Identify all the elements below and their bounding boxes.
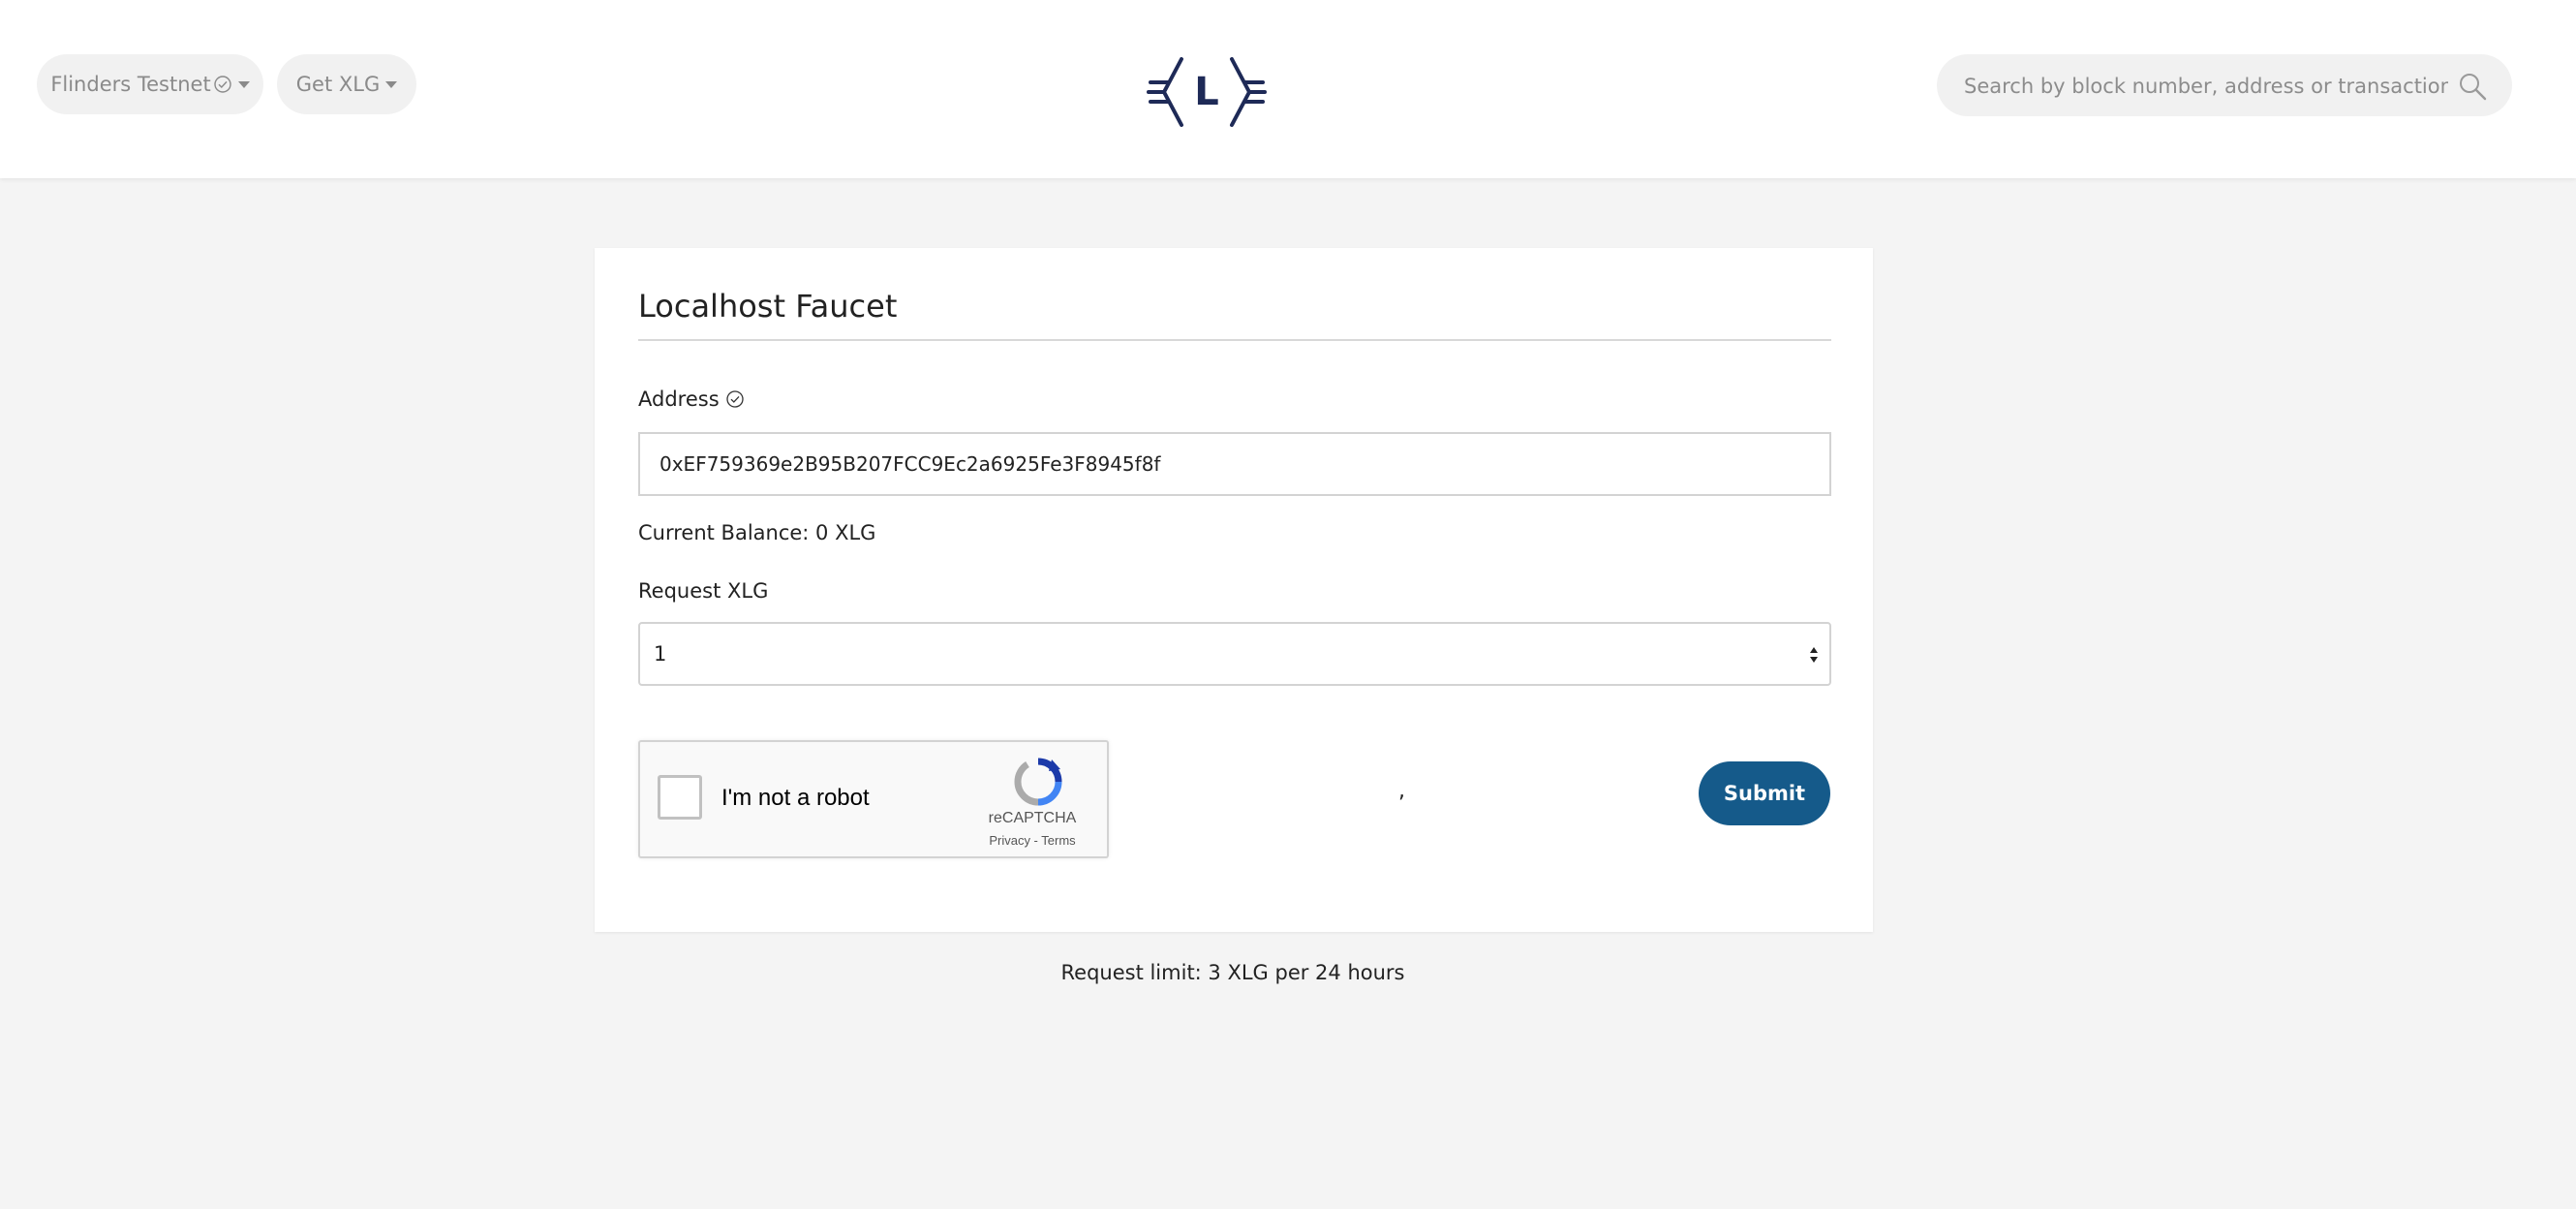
submit-button[interactable]: Submit [1699,761,1830,825]
faucet-card: Localhost Faucet Address Current Balance… [595,248,1873,932]
network-label: Flinders Testnet [50,73,211,96]
recaptcha-label: I'm not a robot [721,785,870,811]
page-title: Localhost Faucet [638,288,898,325]
network-dropdown[interactable]: Flinders Testnet [37,54,263,114]
chevron-down-icon [385,80,398,88]
search-input[interactable] [1962,54,2450,118]
address-label: Address [638,388,745,411]
check-circle-icon [213,76,231,93]
address-label-text: Address [638,388,720,411]
request-label: Request XLG [638,579,769,603]
search-icon[interactable] [2458,72,2487,101]
logo-letter: L [1194,70,1219,114]
get-xlg-label: Get XLG [295,73,381,96]
separator-text: , [1398,779,1405,803]
logo[interactable]: L [1147,56,1267,128]
request-amount-value: 1 [654,642,667,666]
address-input[interactable] [638,432,1831,496]
recaptcha-privacy-terms-links[interactable]: Privacy - Terms [960,833,1105,848]
check-circle-icon [725,390,744,408]
recaptcha-logo-icon [1014,758,1062,806]
current-balance: Current Balance: 0 XLG [638,521,876,544]
get-xlg-dropdown[interactable]: Get XLG [277,54,416,114]
search-bar[interactable] [1937,54,2512,118]
recaptcha-checkbox[interactable] [658,775,702,820]
recaptcha-widget: I'm not a robot reCAPTCHA Privacy - Term… [638,740,1109,858]
request-limit-note: Request limit: 3 XLG per 24 hours [1060,961,1405,984]
title-divider [638,339,1831,341]
chevron-down-icon [237,80,250,88]
recaptcha-brand: reCAPTCHA [988,810,1077,826]
request-amount-select[interactable]: 1 [638,622,1831,686]
top-navbar: Flinders Testnet Get XLG L [0,0,2576,178]
up-down-arrows-icon [1810,647,1818,663]
